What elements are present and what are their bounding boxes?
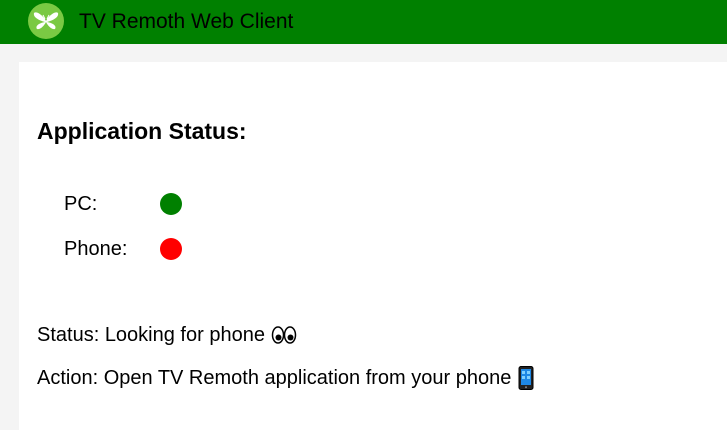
mobile-phone-icon (517, 366, 535, 390)
section-title: Application Status: (37, 118, 247, 144)
app-title: TV Remoth Web Client (79, 10, 294, 33)
pc-status-row: PC: (64, 192, 182, 216)
action-text: Action: Open TV Remoth application from … (37, 367, 512, 389)
pc-label: PC: (64, 193, 98, 215)
status-text: Status: Looking for phone (37, 324, 265, 346)
phone-status-indicator (160, 238, 182, 260)
status-line: Status: Looking for phone (37, 323, 297, 347)
pc-status-indicator (160, 193, 182, 215)
eyes-icon (271, 325, 297, 345)
header-bar: TV Remoth Web Client (0, 0, 727, 44)
phone-status-row: Phone: (64, 237, 182, 261)
butterfly-logo-icon (28, 3, 64, 39)
status-panel: Application Status: PC: Phone: Status: L… (19, 62, 727, 430)
action-line: Action: Open TV Remoth application from … (37, 366, 535, 390)
phone-label: Phone: (64, 238, 128, 260)
